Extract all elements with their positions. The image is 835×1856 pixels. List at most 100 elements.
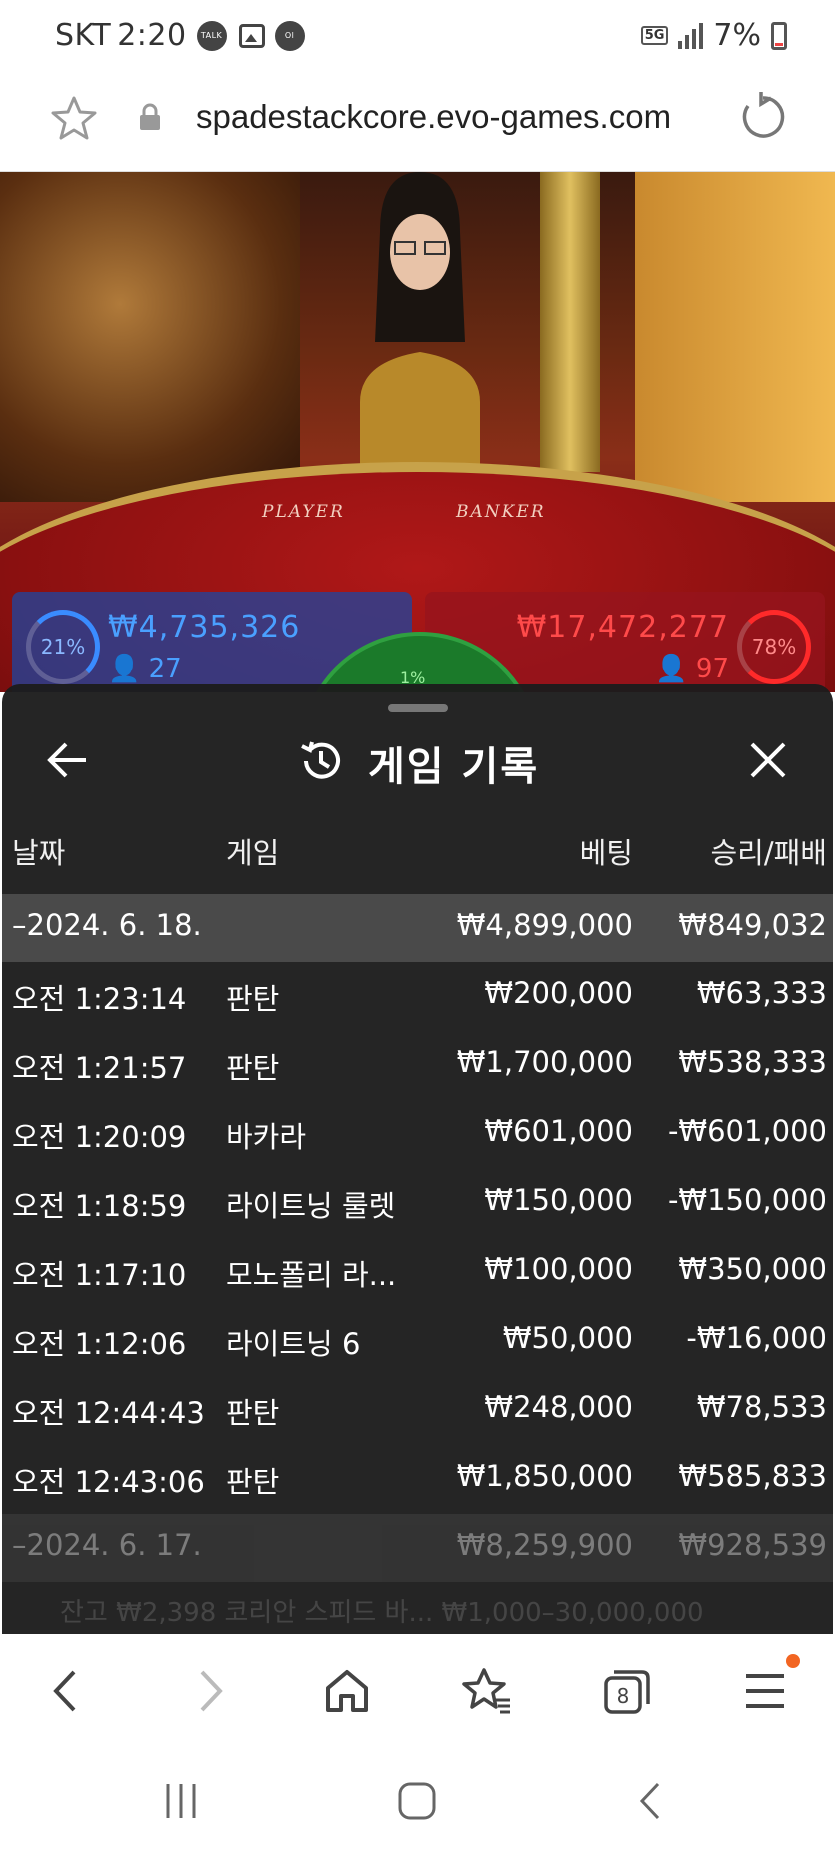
table-label-player: PLAYER: [262, 502, 345, 522]
history-rows: –2024. 6. 18. ₩4,899,000 ₩849,032 오전 1:2…: [2, 894, 833, 1582]
url-bar: spadestackcore.evo-games.com: [0, 76, 835, 172]
home-icon[interactable]: [320, 1664, 374, 1718]
row-date: 오전 12:44:43: [12, 1396, 205, 1430]
row-game: 바카라: [226, 1120, 307, 1154]
table-label-banker: BANKER: [456, 502, 546, 522]
row-date: 오전 1:17:10: [12, 1258, 187, 1292]
forward-icon[interactable]: [182, 1664, 236, 1718]
dealer-figure: [360, 172, 480, 472]
row-bet: ₩4,899,000: [456, 908, 633, 942]
gallery-notification-icon: [238, 23, 265, 48]
background-page-text: 잔고 ₩2,398 코리안 스피드 바... ₩1,000–30,000,000: [60, 1598, 704, 1628]
table-row[interactable]: 오전 1:23:14 판탄 ₩200,000 ₩63,333: [2, 962, 833, 1031]
lock-app-notification-icon: Ol LOCK: [274, 20, 305, 70]
banker-count-row: 👤 97: [655, 654, 729, 684]
table-row[interactable]: 오전 12:44:43 판탄 ₩248,000 ₩78,533: [2, 1376, 833, 1445]
row-game: 판탄: [226, 982, 280, 1016]
row-date: –2024. 6. 17.: [12, 1528, 202, 1562]
row-bet: ₩150,000: [484, 1183, 633, 1217]
row-game: 라이트닝 6: [226, 1327, 361, 1361]
row-date: 오전 1:20:09: [12, 1120, 187, 1154]
table-row[interactable]: 오전 1:20:09 바카라 ₩601,000 -₩601,000: [2, 1100, 833, 1169]
row-win: ₩585,833: [678, 1459, 827, 1493]
table-row[interactable]: 오전 1:21:57 판탄 ₩1,700,000 ₩538,333: [2, 1031, 833, 1100]
row-win: ₩78,533: [696, 1390, 827, 1424]
row-win: ₩63,333: [696, 976, 827, 1010]
sheet-title: 게임 기록: [368, 744, 540, 790]
status-bar: SKT 2:20 TALK Ol LOCK 5G 7%: [0, 0, 835, 76]
row-win: ₩849,032: [678, 908, 827, 942]
status-right: 5G 7%: [640, 18, 787, 53]
row-game: 판탄: [226, 1396, 280, 1430]
date-group-row[interactable]: –2024. 6. 18. ₩4,899,000 ₩849,032: [2, 894, 833, 962]
battery-icon: [771, 21, 787, 50]
row-game: 모노폴리 라...: [226, 1258, 397, 1292]
menu-notification-dot: [786, 1654, 800, 1668]
network-type-icon: 5G: [640, 26, 669, 45]
banker-percent: 78%: [737, 610, 811, 684]
bookmark-star-icon[interactable]: [50, 94, 98, 142]
table-row[interactable]: 오전 1:18:59 라이트닝 룰렛 ₩150,000 -₩150,000: [2, 1169, 833, 1238]
decor-screen-right: [635, 172, 835, 502]
user-icon: 👤: [655, 654, 688, 684]
table-row[interactable]: 오전 12:43:06 판탄 ₩1,850,000 ₩585,833: [2, 1445, 833, 1514]
home-square-icon[interactable]: [392, 1776, 442, 1826]
player-amount: ₩4,735,326: [108, 610, 301, 645]
row-bet: ₩8,259,900: [456, 1528, 633, 1562]
url-text[interactable]: spadestackcore.evo-games.com: [196, 98, 671, 136]
system-back-icon[interactable]: [626, 1776, 676, 1826]
signal-icon: [678, 22, 704, 49]
bookmarks-star-icon[interactable]: [460, 1664, 514, 1718]
row-bet: ₩1,700,000: [456, 1045, 633, 1079]
row-date: –2024. 6. 18.: [12, 908, 202, 942]
col-header-win-loss: 승리/패배: [710, 836, 828, 870]
tab-count: 8: [617, 1684, 630, 1708]
row-bet: ₩100,000: [484, 1252, 633, 1286]
player-count: 27: [148, 654, 182, 684]
row-game: 라이트닝 룰렛: [226, 1189, 396, 1223]
row-win: -₩150,000: [667, 1183, 827, 1217]
row-game: 판탄: [226, 1465, 280, 1499]
row-win: ₩350,000: [678, 1252, 827, 1286]
player-count-row: 👤 27: [108, 654, 182, 684]
row-date: 오전 1:23:14: [12, 982, 187, 1016]
banker-count: 97: [695, 654, 729, 684]
col-header-bet: 베팅: [579, 836, 633, 870]
row-date: 오전 12:43:06: [12, 1465, 205, 1499]
table-row[interactable]: 오전 1:17:10 모노폴리 라... ₩100,000 ₩350,000: [2, 1238, 833, 1307]
lock-icon: [140, 103, 160, 130]
back-arrow-icon[interactable]: [46, 740, 90, 780]
menu-icon[interactable]: [738, 1664, 792, 1718]
tabs-icon[interactable]: 8: [600, 1664, 654, 1718]
user-icon: 👤: [108, 654, 141, 684]
game-history-sheet: 게임 기록 날짜 게임 베팅 승리/패배 –2024. 6. 18. ₩4,89…: [2, 684, 833, 1634]
row-win: -₩601,000: [667, 1114, 827, 1148]
row-game: 판탄: [226, 1051, 280, 1085]
battery-percent: 7%: [713, 18, 761, 53]
history-icon: [301, 741, 340, 779]
reload-icon[interactable]: [738, 92, 788, 142]
carrier: SKT: [55, 18, 112, 53]
row-bet: ₩601,000: [484, 1114, 633, 1148]
row-date: 오전 1:12:06: [12, 1327, 187, 1361]
system-navigation-bar: [0, 1746, 835, 1856]
row-win: -₩16,000: [686, 1321, 827, 1355]
row-win: ₩538,333: [678, 1045, 827, 1079]
kakaotalk-notification-icon: TALK: [196, 20, 227, 51]
col-header-date: 날짜: [12, 836, 66, 870]
history-table-header: 날짜 게임 베팅 승리/패배: [2, 830, 833, 870]
close-icon[interactable]: [748, 740, 788, 780]
date-group-row[interactable]: –2024. 6. 17. ₩8,259,900 ₩928,539: [2, 1514, 833, 1582]
row-bet: ₩200,000: [484, 976, 633, 1010]
browser-toolbar: 8: [0, 1634, 835, 1746]
row-date: 오전 1:21:57: [12, 1051, 187, 1085]
player-percent: 21%: [26, 610, 100, 684]
back-icon[interactable]: [40, 1664, 94, 1718]
decor-screen-left: [0, 172, 300, 502]
status-left: SKT 2:20 TALK Ol LOCK: [55, 18, 305, 70]
live-game-video[interactable]: PLAYER BANKER 21% ₩4,735,326 👤 27 ₩17,47…: [0, 172, 835, 692]
decor-pillar: [540, 172, 600, 472]
table-row[interactable]: 오전 1:12:06 라이트닝 6 ₩50,000 -₩16,000: [2, 1307, 833, 1376]
recent-apps-icon[interactable]: [156, 1776, 206, 1826]
drag-handle[interactable]: [388, 704, 448, 712]
